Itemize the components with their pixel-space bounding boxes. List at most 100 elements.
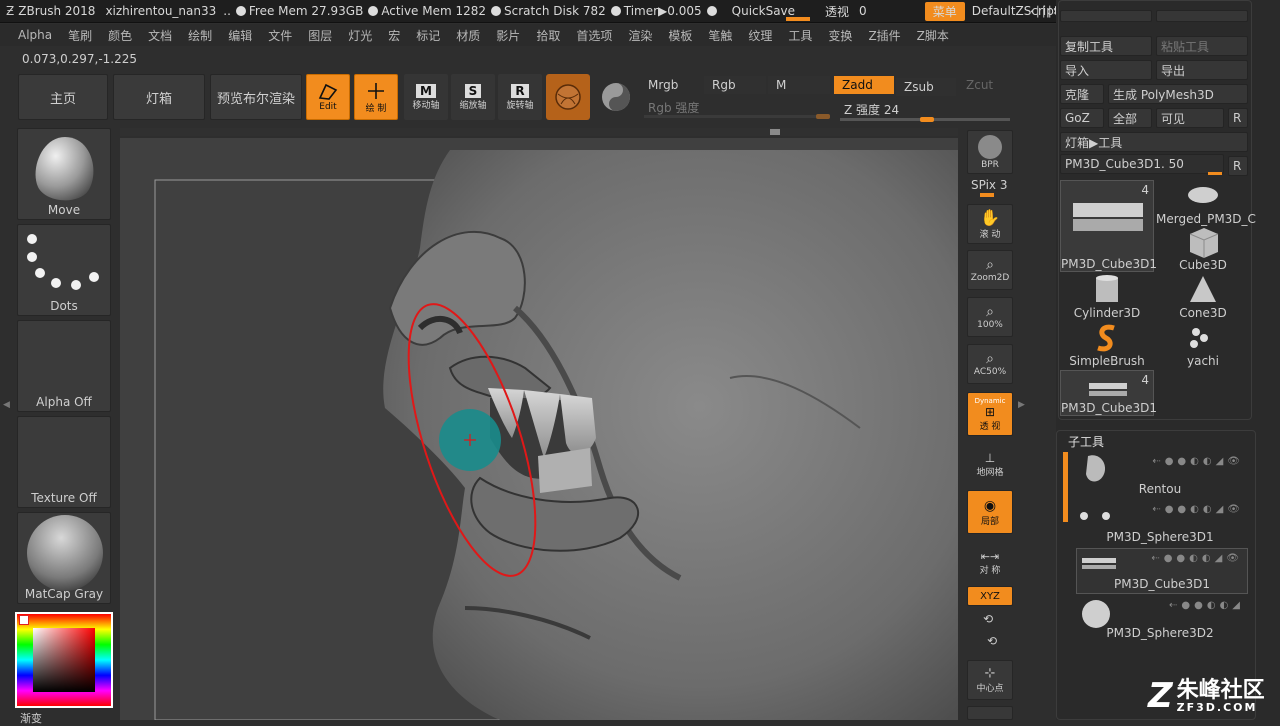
subtool-scrollbar[interactable] bbox=[1063, 452, 1068, 522]
scroll-button[interactable]: ✋ 滚 动 bbox=[967, 204, 1013, 244]
clone-button[interactable]: 克隆 bbox=[1060, 84, 1104, 104]
menu-stencil[interactable]: 模板 bbox=[660, 27, 700, 44]
layout-toggle-icon[interactable]: ‹∣∣∣› bbox=[1030, 4, 1058, 19]
menu-file[interactable]: 文件 bbox=[260, 27, 300, 44]
zoom2d-button[interactable]: ⌕ Zoom2D bbox=[967, 250, 1013, 290]
menu-button[interactable]: 菜单 bbox=[924, 1, 965, 21]
texture-tile[interactable]: Texture Off bbox=[17, 416, 111, 508]
subtool-row-cube3d1-selected[interactable]: ⇠●●◐◐◢👁 PM3D_Cube3D1 bbox=[1076, 548, 1248, 594]
tool-thumb-merged[interactable]: Merged_PM3D_C bbox=[1156, 180, 1256, 226]
menu-zscript[interactable]: Z脚本 bbox=[909, 27, 957, 44]
subtool-visibility-icon[interactable]: ⇠●●◐◐◢👁 bbox=[1152, 456, 1244, 467]
menu-render[interactable]: 渲染 bbox=[620, 27, 660, 44]
rotate-axis-button[interactable]: R 旋转轴 bbox=[498, 74, 542, 120]
goz-all-button[interactable]: 全部 bbox=[1108, 108, 1152, 128]
zcut-button[interactable]: Zcut bbox=[958, 76, 998, 94]
zsub-button[interactable]: Zsub bbox=[896, 78, 956, 96]
scale-axis-button[interactable]: S 缩放轴 bbox=[451, 74, 495, 120]
spix-slider[interactable]: SPix 3 bbox=[971, 178, 1007, 192]
menu-preferences[interactable]: 首选项 bbox=[568, 27, 620, 44]
menu-edit[interactable]: 编辑 bbox=[220, 27, 260, 44]
home-page-button[interactable]: 主页 bbox=[18, 74, 108, 120]
xyz-rotation-button[interactable]: XYZ bbox=[967, 586, 1013, 606]
subtool-visibility-icon[interactable]: ⇠●●◐◐◢👁 bbox=[1151, 553, 1243, 564]
import-button[interactable]: 导入 bbox=[1060, 60, 1152, 80]
load-tool-button[interactable] bbox=[1060, 10, 1152, 22]
menu-tool[interactable]: 工具 bbox=[780, 27, 820, 44]
export-button[interactable]: 导出 bbox=[1156, 60, 1248, 80]
copy-tool-button[interactable]: 复制工具 bbox=[1060, 36, 1152, 56]
menu-stroke[interactable]: 笔触 bbox=[700, 27, 740, 44]
menu-alpha[interactable]: Alpha bbox=[0, 28, 60, 42]
goz-r-button[interactable]: R bbox=[1228, 108, 1248, 128]
y-rotation-icon[interactable]: ⟲ bbox=[983, 612, 993, 626]
menu-macro[interactable]: 宏 bbox=[380, 27, 408, 44]
spix-slider-knob[interactable] bbox=[980, 193, 994, 197]
subtool-visibility-icon[interactable]: ⇠●●◐◐◢👁 bbox=[1152, 504, 1244, 515]
tool-thumb-cube3d[interactable]: Cube3D bbox=[1156, 226, 1250, 272]
tool-thumb-pm3d-cube3d1[interactable]: 4 PM3D_Cube3D1 bbox=[1060, 180, 1157, 272]
menu-transform[interactable]: 变换 bbox=[820, 27, 860, 44]
rgb-intensity-track[interactable] bbox=[644, 115, 830, 118]
symmetry-button[interactable]: ⇤⇥ 对 称 bbox=[967, 548, 1013, 578]
menu-movie[interactable]: 影片 bbox=[488, 27, 528, 44]
z-intensity-knob[interactable] bbox=[920, 117, 934, 122]
menu-document[interactable]: 文档 bbox=[140, 27, 180, 44]
center-point-button[interactable]: ⊹ 中心点 bbox=[967, 660, 1013, 700]
lightbox-tools-button[interactable]: 灯箱▶工具 bbox=[1060, 132, 1248, 152]
rgb-intensity-knob[interactable] bbox=[816, 114, 830, 119]
z-rotation-icon[interactable]: ⟲ bbox=[987, 634, 997, 648]
subtool-row-sphere3d1[interactable]: ⇠●●◐◐◢👁 PM3D_Sphere3D1 bbox=[1072, 500, 1248, 546]
alpha-tile[interactable]: Alpha Off bbox=[17, 320, 111, 412]
zadd-button[interactable]: Zadd bbox=[834, 76, 894, 94]
m-button[interactable]: M bbox=[768, 76, 830, 94]
mrgb-button[interactable]: Mrgb bbox=[640, 76, 700, 94]
floor-grid-button[interactable]: ⊥ 地网格 bbox=[967, 446, 1013, 482]
tool-thumb-cylinder3d[interactable]: Cylinder3D bbox=[1060, 274, 1154, 320]
menu-marker[interactable]: 标记 bbox=[408, 27, 448, 44]
brush-tile[interactable]: Move bbox=[17, 128, 111, 220]
perspective-button[interactable]: Dynamic ⊞ 透 视 bbox=[967, 392, 1013, 436]
menu-zplugin[interactable]: Z插件 bbox=[860, 27, 908, 44]
tool-thumb-simplebrush[interactable]: SimpleBrush bbox=[1060, 322, 1154, 368]
lightbox-button[interactable]: 灯箱 bbox=[113, 74, 205, 120]
subtool-row-sphere3d2[interactable]: ⇠●●◐◐◢ PM3D_Sphere3D2 bbox=[1072, 596, 1248, 642]
subtool-row-rentou[interactable]: ⇠●●◐◐◢👁 Rentou bbox=[1072, 452, 1248, 498]
move-view-button[interactable] bbox=[967, 706, 1013, 720]
material-tile[interactable]: MatCap Gray bbox=[17, 512, 111, 604]
color-picker[interactable] bbox=[15, 612, 113, 708]
transparency-slider-knob[interactable] bbox=[786, 17, 810, 21]
canvas-horizontal-scrollbar[interactable] bbox=[120, 128, 958, 136]
quicksave-button[interactable]: QuickSave bbox=[732, 4, 795, 18]
saturation-square[interactable] bbox=[33, 628, 95, 692]
current-tool-slider-knob[interactable] bbox=[1208, 172, 1222, 175]
ac50-button[interactable]: ⌕ AC50% bbox=[967, 344, 1013, 384]
transparency-slider-label[interactable]: 透视 bbox=[825, 3, 849, 20]
left-tray-collapse-icon[interactable]: ◀ bbox=[3, 400, 10, 410]
color-swatch-button[interactable] bbox=[600, 81, 632, 113]
edit-mode-button[interactable]: Edit bbox=[306, 74, 350, 120]
rgb-intensity-slider[interactable]: Rgb 强度 bbox=[640, 98, 830, 116]
save-as-button[interactable] bbox=[1156, 10, 1248, 22]
transparency-slider-value[interactable]: 0 bbox=[859, 4, 867, 18]
paste-tool-button[interactable]: 粘贴工具 bbox=[1156, 36, 1248, 56]
goz-visible-button[interactable]: 可见 bbox=[1156, 108, 1224, 128]
subtool-visibility-icon[interactable]: ⇠●●◐◐◢ bbox=[1169, 600, 1244, 611]
right-tray-collapse-icon[interactable]: ▶ bbox=[1018, 400, 1025, 410]
menu-material[interactable]: 材质 bbox=[448, 27, 488, 44]
sculpt-viewport[interactable] bbox=[120, 138, 958, 720]
current-tool-slider[interactable]: PM3D_Cube3D1. 50 bbox=[1060, 154, 1224, 174]
tool-thumb-yachi[interactable]: yachi bbox=[1156, 322, 1250, 368]
draw-mode-button[interactable]: 绘 制 bbox=[354, 74, 398, 120]
rgb-button[interactable]: Rgb bbox=[704, 76, 766, 94]
material-swatch-button[interactable] bbox=[546, 74, 590, 120]
move-axis-button[interactable]: M 移动轴 bbox=[404, 74, 448, 120]
menu-draw[interactable]: 绘制 bbox=[180, 27, 220, 44]
bpr-render-button[interactable]: BPR bbox=[967, 130, 1013, 174]
canvas-scroll-thumb[interactable] bbox=[770, 129, 780, 135]
tool-thumb-cone3d[interactable]: Cone3D bbox=[1156, 274, 1250, 320]
menu-layer[interactable]: 图层 bbox=[300, 27, 340, 44]
live-boolean-button[interactable]: 预览布尔渲染 bbox=[210, 74, 302, 120]
local-symmetry-button[interactable]: ◉ 局部 bbox=[967, 490, 1013, 534]
menu-texture[interactable]: 纹理 bbox=[740, 27, 780, 44]
